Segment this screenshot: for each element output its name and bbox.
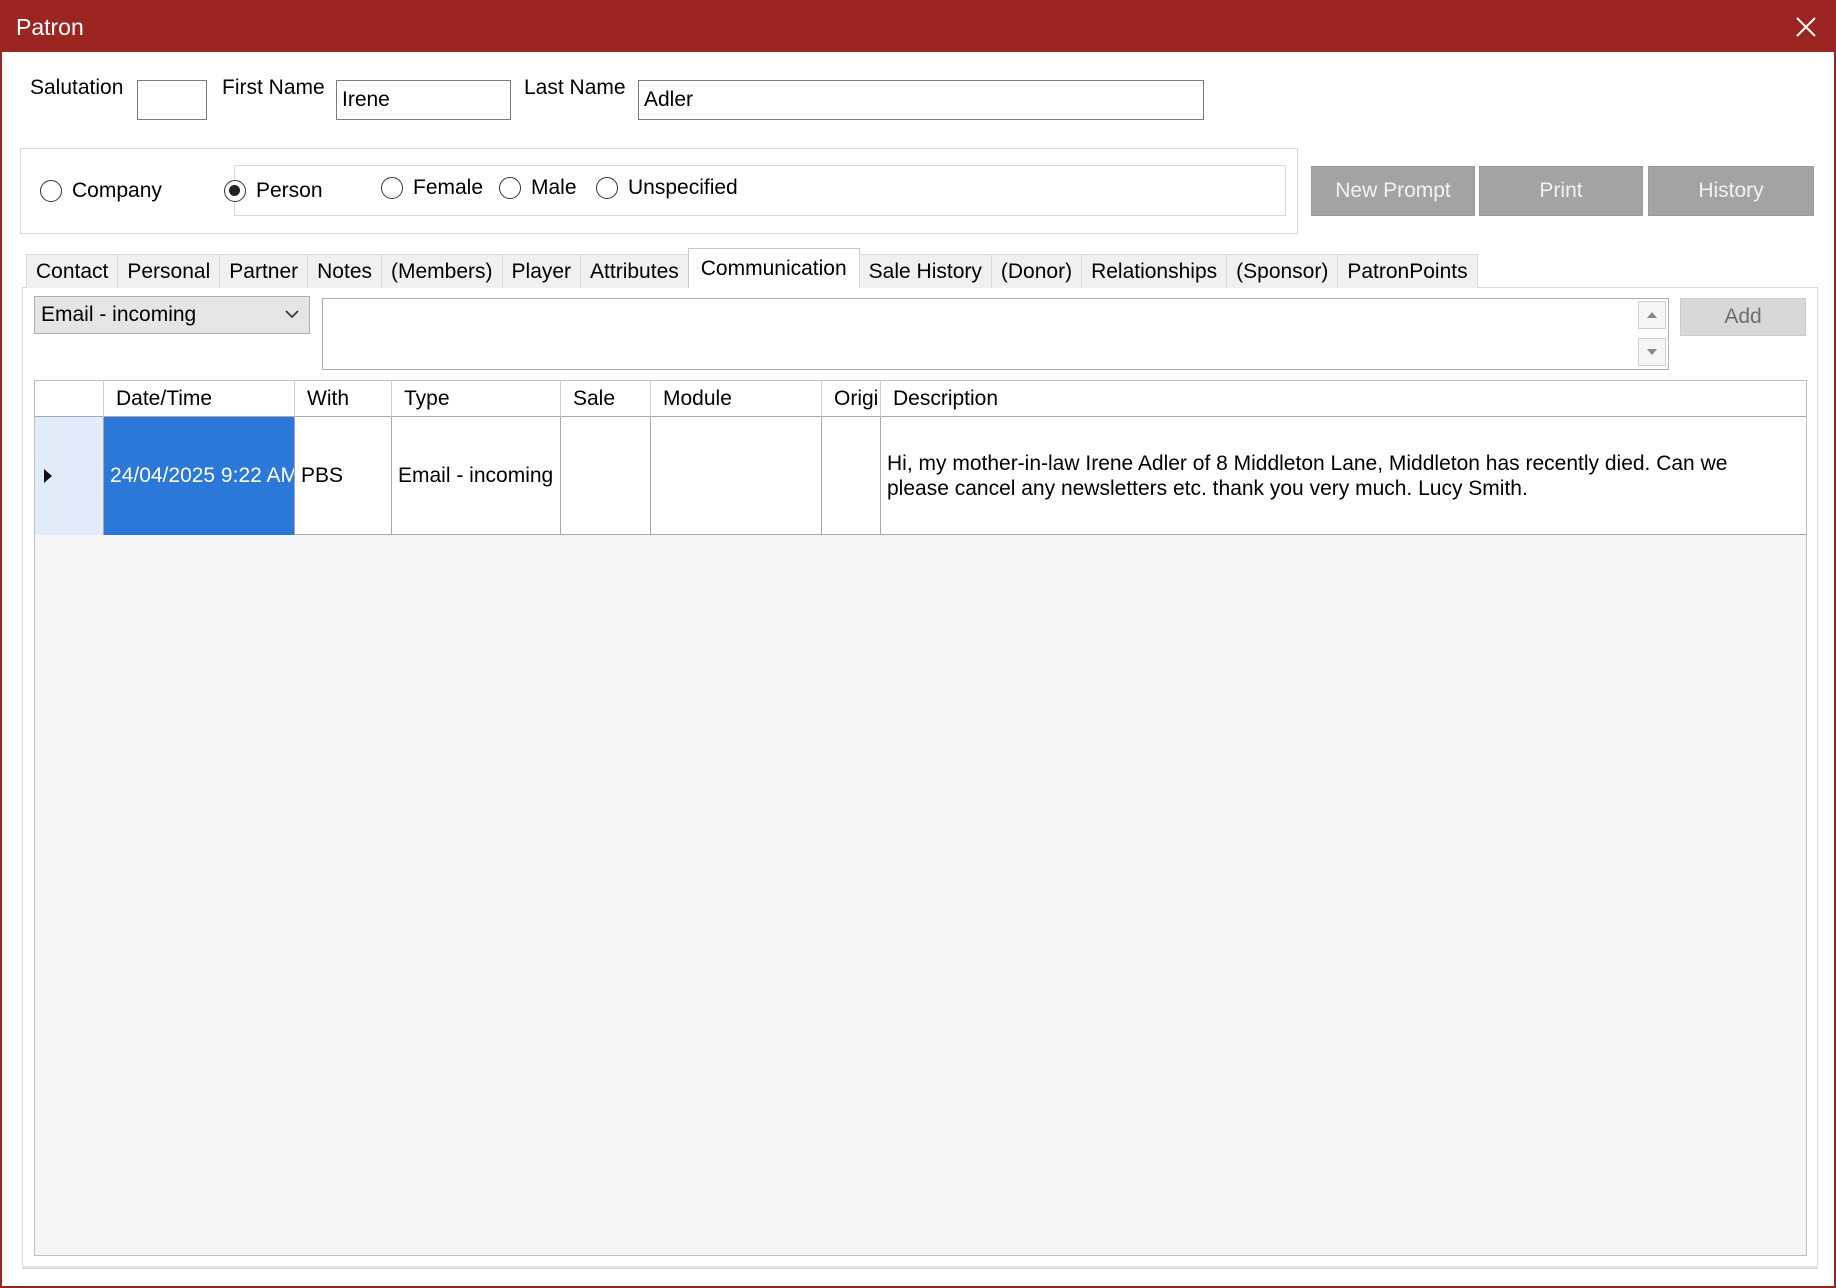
communication-memo-input[interactable] bbox=[323, 299, 1633, 369]
scroll-up-button[interactable] bbox=[1638, 301, 1666, 329]
radio-company[interactable]: Company bbox=[40, 179, 162, 203]
radio-person[interactable]: Person bbox=[224, 179, 323, 203]
patron-window: Patron Salutation First Name Last Name C… bbox=[0, 0, 1836, 1288]
grid-header: Date/Time With Type Sale Module Origi De… bbox=[35, 381, 1806, 417]
column-header-sale[interactable]: Sale bbox=[561, 381, 651, 417]
column-header-with[interactable]: With bbox=[295, 381, 392, 417]
close-button[interactable] bbox=[1778, 2, 1834, 52]
column-header-row-selector bbox=[35, 381, 104, 417]
tab-patronpoints[interactable]: PatronPoints bbox=[1337, 254, 1478, 288]
row-selector[interactable] bbox=[35, 417, 104, 535]
tab-members[interactable]: (Members) bbox=[381, 254, 503, 288]
column-header-module[interactable]: Module bbox=[651, 381, 822, 417]
tab-sponsor[interactable]: (Sponsor) bbox=[1226, 254, 1339, 288]
first-name-label: First Name bbox=[222, 76, 325, 99]
scroll-down-icon bbox=[1647, 349, 1657, 355]
column-header-description[interactable]: Description bbox=[881, 381, 1806, 417]
column-header-datetime[interactable]: Date/Time bbox=[104, 381, 295, 417]
cell-with[interactable]: PBS bbox=[295, 417, 392, 535]
radio-company-indicator bbox=[40, 180, 62, 202]
cell-datetime[interactable]: 24/04/2025 9:22 AM bbox=[104, 417, 295, 535]
close-icon bbox=[1796, 17, 1816, 37]
last-name-label: Last Name bbox=[524, 76, 626, 99]
last-name-field[interactable] bbox=[638, 80, 1204, 120]
history-button[interactable]: History bbox=[1648, 166, 1814, 216]
tab-communication[interactable]: Communication bbox=[687, 248, 860, 288]
salutation-label: Salutation bbox=[30, 76, 124, 99]
print-button[interactable]: Print bbox=[1479, 166, 1643, 216]
radio-male[interactable]: Male bbox=[499, 176, 577, 200]
scroll-down-button[interactable] bbox=[1638, 338, 1666, 366]
cell-sale[interactable] bbox=[561, 417, 651, 535]
communication-type-value: Email - incoming bbox=[41, 303, 197, 326]
chevron-down-icon bbox=[285, 310, 299, 319]
radio-female-label: Female bbox=[413, 176, 484, 199]
salutation-field[interactable] bbox=[137, 80, 207, 120]
panel-bottom-divider bbox=[22, 1266, 1818, 1268]
radio-male-indicator bbox=[499, 177, 521, 199]
cell-origin[interactable] bbox=[822, 417, 881, 535]
tab-personal[interactable]: Personal bbox=[117, 254, 221, 288]
scroll-up-icon bbox=[1647, 312, 1657, 318]
communication-type-dropdown[interactable]: Email - incoming bbox=[34, 296, 310, 334]
title-bar: Patron bbox=[2, 2, 1834, 52]
column-header-type[interactable]: Type bbox=[392, 381, 561, 417]
radio-male-label: Male bbox=[531, 176, 577, 199]
radio-female[interactable]: Female bbox=[381, 176, 483, 200]
table-row[interactable]: 24/04/2025 9:22 AM PBS Email - incoming … bbox=[35, 417, 1806, 535]
radio-person-indicator bbox=[224, 180, 246, 202]
tab-notes[interactable]: Notes bbox=[307, 254, 382, 288]
column-header-origin[interactable]: Origi bbox=[822, 381, 881, 417]
tab-relationships[interactable]: Relationships bbox=[1081, 254, 1228, 288]
window-title: Patron bbox=[16, 14, 84, 40]
radio-female-indicator bbox=[381, 177, 403, 199]
tab-partner[interactable]: Partner bbox=[219, 254, 309, 288]
radio-unspecified-label: Unspecified bbox=[628, 176, 738, 199]
tab-contact[interactable]: Contact bbox=[26, 254, 119, 288]
first-name-field[interactable] bbox=[336, 80, 511, 120]
add-communication-button[interactable]: Add bbox=[1680, 298, 1806, 336]
row-pointer-icon bbox=[44, 469, 52, 483]
tab-donor[interactable]: (Donor) bbox=[990, 254, 1083, 288]
tab-strip: Contact Personal Partner Notes (Members)… bbox=[26, 248, 1478, 288]
communication-memo[interactable] bbox=[322, 298, 1669, 370]
communication-grid: Date/Time With Type Sale Module Origi De… bbox=[34, 380, 1807, 1256]
new-prompt-button[interactable]: New Prompt bbox=[1311, 166, 1475, 216]
tab-player[interactable]: Player bbox=[501, 254, 582, 288]
cell-module[interactable] bbox=[651, 417, 822, 535]
radio-unspecified[interactable]: Unspecified bbox=[596, 176, 738, 200]
tab-sale-history[interactable]: Sale History bbox=[858, 254, 992, 288]
radio-company-label: Company bbox=[72, 179, 162, 202]
radio-person-label: Person bbox=[256, 179, 323, 202]
cell-type[interactable]: Email - incoming bbox=[392, 417, 561, 535]
cell-description[interactable]: Hi, my mother-in-law Irene Adler of 8 Mi… bbox=[881, 417, 1806, 535]
tab-attributes[interactable]: Attributes bbox=[580, 254, 689, 288]
radio-unspecified-indicator bbox=[596, 177, 618, 199]
